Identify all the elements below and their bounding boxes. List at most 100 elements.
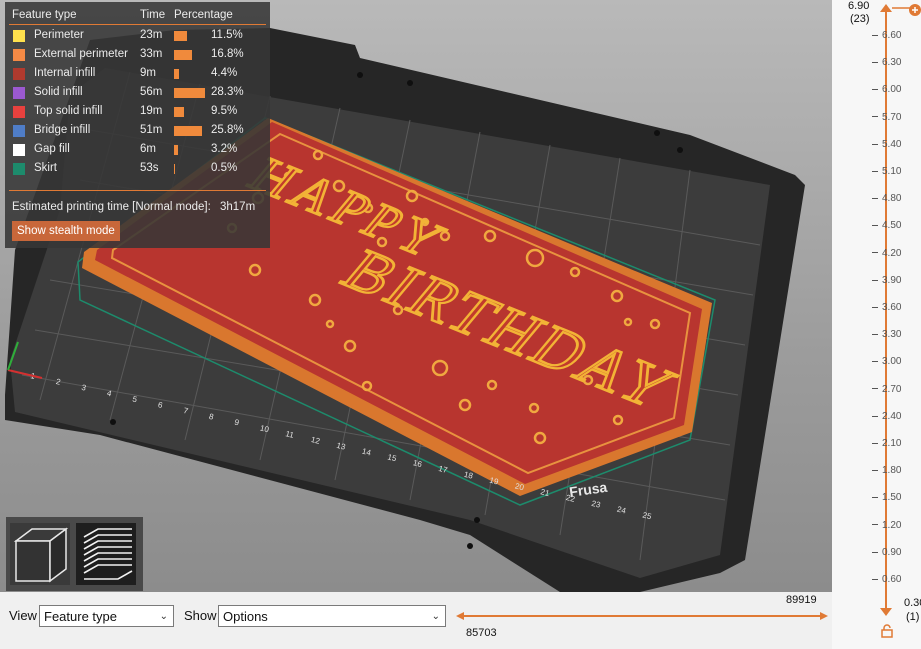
vslider-tick: 5.70 [872,112,901,123]
show-select-value: Options [223,609,268,624]
legend-divider [9,190,266,191]
vslider-tick: 5.10 [872,166,901,177]
legend-feature-time: 19m [140,105,163,117]
vslider-tick: 3.90 [872,275,901,286]
vslider-tick-label: 0.90 [882,546,902,558]
vslider-tick-label: 5.10 [882,166,902,177]
legend-swatch [13,49,25,61]
legend-swatch [13,87,25,99]
vslider-tick: 6.00 [872,84,901,95]
vslider-tick-label: 4.80 [882,193,902,205]
vslider-tick: 4.80 [872,193,901,204]
legend-feature-time: 6m [140,143,156,155]
legend-swatch [13,68,25,80]
legend-feature-percentage: 4.4% [211,67,238,79]
vslider-tick-label: 1.50 [882,492,902,504]
legend-feature-time: 33m [140,48,163,60]
cube-icon [13,527,69,583]
legend-row: External perimeter 33m 16.8% [5,47,270,66]
vslider-tick-label: 3.90 [882,274,902,286]
legend-row: Gap fill 6m 3.2% [5,142,270,161]
legend-swatch [13,30,25,42]
vslider-tick: 4.20 [872,248,901,259]
vslider-tick-label: 5.70 [882,111,902,123]
legend-row: Perimeter 23m 11.5% [5,28,270,47]
legend-row: Top solid infill 19m 9.5% [5,104,270,123]
hslider-upper-value: 89919 [786,594,817,606]
vertical-layer-slider[interactable]: 6.90 (23) 6.60 6.30 6.00 5.70 5.40 5.10 4.80 4.… [832,0,921,649]
hslider-lower-value: 85703 [466,627,497,639]
legend-percentage-bar [174,126,202,136]
vslider-tick-label: 3.00 [882,356,902,368]
vslider-tick-label: 4.20 [882,247,902,259]
horizontal-move-slider[interactable] [456,612,828,620]
vslider-tick-label: 0.60 [882,574,902,585]
legend-feature-name: Perimeter [34,29,84,41]
hslider-left-handle [456,612,464,620]
legend-feature-percentage: 28.3% [211,86,244,98]
show-label: Show [184,608,217,623]
vslider-tick-label: 2.70 [882,383,902,395]
legend-feature-name: Internal infill [34,67,96,79]
legend-feature-percentage: 0.5% [211,162,238,174]
legend-feature-time: 9m [140,67,156,79]
vslider-tick-label: 2.10 [882,438,902,449]
view-select[interactable]: Feature type ⌄ [39,605,174,627]
legend-feature-percentage: 11.5% [211,29,243,41]
vslider-tick: 0.90 [872,547,901,558]
vslider-tick: 1.80 [872,465,901,476]
legend-feature-time: 23m [140,29,163,41]
legend-feature-name: Gap fill [34,143,70,155]
legend-feature-percentage: 16.8% [211,48,244,60]
layers-view-button[interactable] [76,523,136,585]
vslider-tick-label: 1.20 [882,519,902,531]
legend-swatch [13,144,25,156]
legend-feature-name: Bridge infill [34,124,91,136]
3d-viewport[interactable]: HAPPY BIRTHDAY Frusa 1234567891011121314… [0,0,832,592]
vslider-tick-label: 6.60 [882,30,902,41]
vslider-tick: 2.40 [872,411,901,422]
legend-feature-percentage: 25.8% [211,124,244,136]
vslider-tick: 2.70 [872,384,901,395]
bottom-toolbar: View Feature type ⌄ Show Options ⌄ [0,592,921,649]
chevron-down-icon: ⌄ [431,611,440,622]
legend-swatch [13,163,25,175]
legend-feature-time: 51m [140,124,163,136]
legend-header-time: Time [140,9,166,21]
legend-swatch [13,106,25,118]
legend-percentage-bar [174,145,178,155]
chevron-down-icon: ⌄ [159,611,168,622]
vslider-tick-label: 6.00 [882,84,902,96]
legend-swatch [13,125,25,137]
legend-feature-name: Solid infill [34,86,83,98]
vslider-tick: 0.60 [872,574,901,585]
legend-percentage-bar [174,88,205,98]
legend-header-feature-type: Feature type [12,9,77,21]
legend-percentage-bar [174,107,184,117]
estimated-print-time-value: 3h17m [219,201,256,213]
vslider-bottom-value: 0.30 [904,597,921,609]
vslider-tick-label: 1.80 [882,465,902,477]
show-select[interactable]: Options ⌄ [218,605,446,627]
show-stealth-mode-button[interactable]: Show stealth mode [12,221,120,241]
legend-row: Internal infill 9m 4.4% [5,66,270,85]
cube-view-button[interactable] [10,523,70,585]
view-toggle-box [6,517,143,591]
estimated-print-time-label: Estimated printing time [Normal mode]: [12,201,211,213]
vslider-tick: 6.60 [872,30,901,41]
view-label: View [9,608,37,623]
hslider-right-handle [820,612,828,620]
vslider-tick: 1.50 [872,492,901,503]
vslider-tick: 3.30 [872,329,901,340]
vslider-tick: 2.10 [872,438,901,449]
legend-feature-name: Skirt [34,162,57,174]
legend-row: Bridge infill 51m 25.8% [5,123,270,142]
legend-row: Solid infill 56m 28.3% [5,85,270,104]
legend-header-percentage: Percentage [174,9,233,21]
vslider-tick-label: 4.50 [882,220,902,232]
legend-divider [9,24,266,25]
view-select-value: Feature type [44,609,117,624]
legend-feature-percentage: 3.2% [211,143,238,155]
vslider-top-value: 6.90 [848,0,870,12]
lock-icon[interactable] [881,624,893,638]
